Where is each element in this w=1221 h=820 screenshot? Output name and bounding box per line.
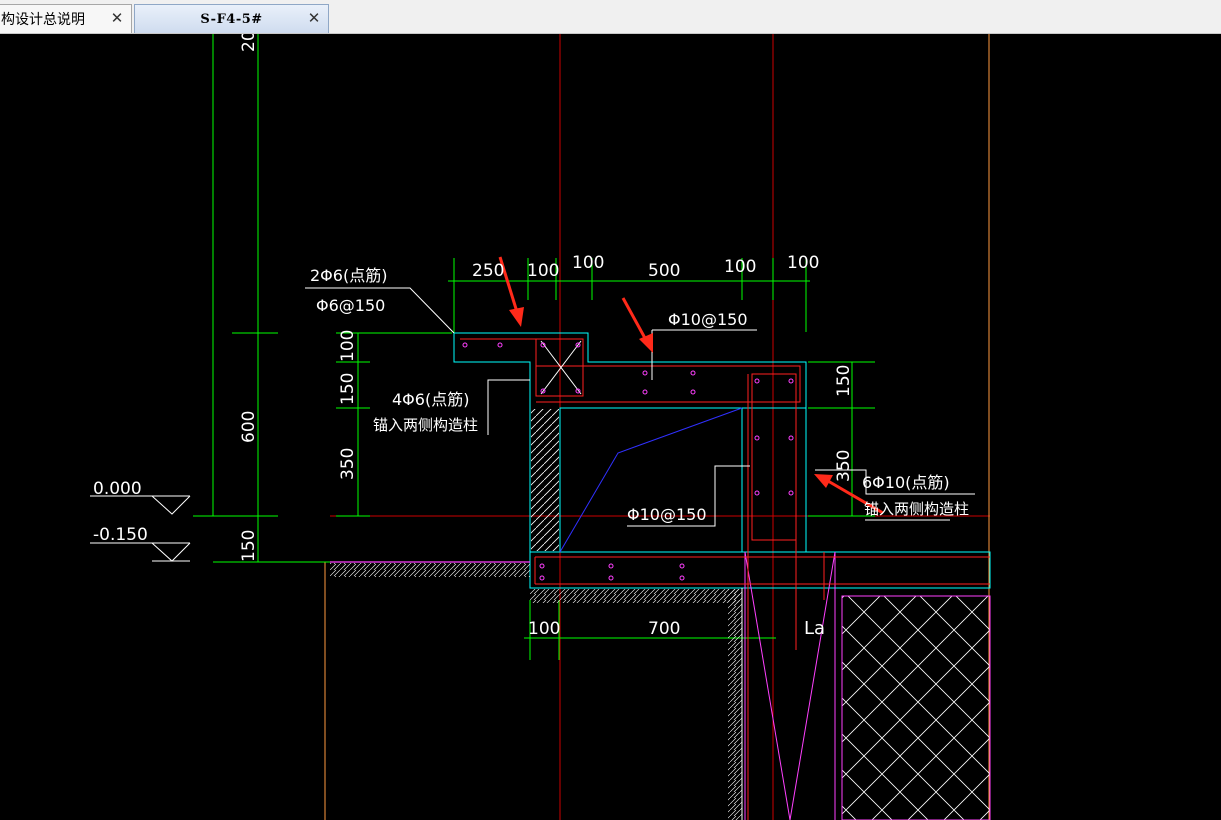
dim-left-150: 150 bbox=[338, 373, 358, 405]
note-2phi6: 2Φ6(点筋) bbox=[310, 266, 387, 285]
note-phi10-150-mid: Φ10@150 bbox=[627, 505, 707, 524]
ground-soil bbox=[330, 561, 743, 820]
dim-left-350: 350 bbox=[338, 448, 358, 480]
elevation-labels: 0.000 -0.150 bbox=[93, 479, 148, 545]
tab-bar: 构设计总说明 ✕ S-F4-5# ✕ bbox=[0, 0, 1221, 34]
dim-right-150: 150 bbox=[834, 365, 854, 397]
rebar-dots bbox=[462, 342, 794, 581]
tab-label: 构设计总说明 bbox=[1, 12, 85, 28]
elevation-0: 0.000 bbox=[93, 479, 142, 499]
elevation-minus-0150: -0.150 bbox=[93, 525, 148, 545]
close-icon[interactable]: ✕ bbox=[306, 10, 322, 26]
tab-label: S-F4-5# bbox=[200, 11, 263, 27]
note-phi6-150: Φ6@150 bbox=[316, 296, 385, 315]
dim-left-top: 20 bbox=[239, 34, 259, 52]
dim-top-100b: 100 bbox=[572, 253, 604, 273]
dim-top-500: 500 bbox=[648, 261, 680, 281]
dim-top-100c: 100 bbox=[724, 257, 756, 277]
dim-bottom-700: 700 bbox=[648, 619, 680, 639]
dim-top-100d: 100 bbox=[787, 253, 819, 273]
tab-s-f4-5[interactable]: S-F4-5# ✕ bbox=[134, 4, 329, 33]
note-6phi10-sub: 锚入两侧构造柱 bbox=[864, 500, 969, 518]
dim-bottom-100: 100 bbox=[528, 619, 560, 639]
tab-design-notes[interactable]: 构设计总说明 ✕ bbox=[0, 4, 132, 33]
pit-structure bbox=[744, 551, 991, 820]
dim-top-100a: 100 bbox=[527, 261, 559, 281]
note-4phi6-sub: 锚入两侧构造柱 bbox=[373, 416, 478, 434]
dim-top-250: 250 bbox=[472, 261, 504, 281]
cad-drawing-canvas[interactable]: 250 100 100 500 100 100 100 150 350 150 … bbox=[0, 34, 1221, 820]
note-la: La bbox=[804, 618, 825, 639]
dim-left-150-bottom: 150 bbox=[239, 530, 259, 562]
rebar-notes: 2Φ6(点筋) Φ6@150 Φ10@150 4Φ6(点筋) 锚入两侧构造柱 Φ… bbox=[310, 266, 969, 639]
note-phi10-150-top: Φ10@150 bbox=[668, 310, 748, 329]
rebar-cross bbox=[540, 340, 582, 395]
dim-left-600: 600 bbox=[239, 411, 259, 443]
dim-left-100: 100 bbox=[338, 330, 358, 362]
note-6phi10: 6Φ10(点筋) bbox=[862, 473, 950, 492]
close-icon[interactable]: ✕ bbox=[109, 10, 125, 26]
masonry-wall-hatch bbox=[531, 409, 559, 551]
note-4phi6: 4Φ6(点筋) bbox=[392, 390, 469, 409]
dim-right-350: 350 bbox=[834, 450, 854, 482]
